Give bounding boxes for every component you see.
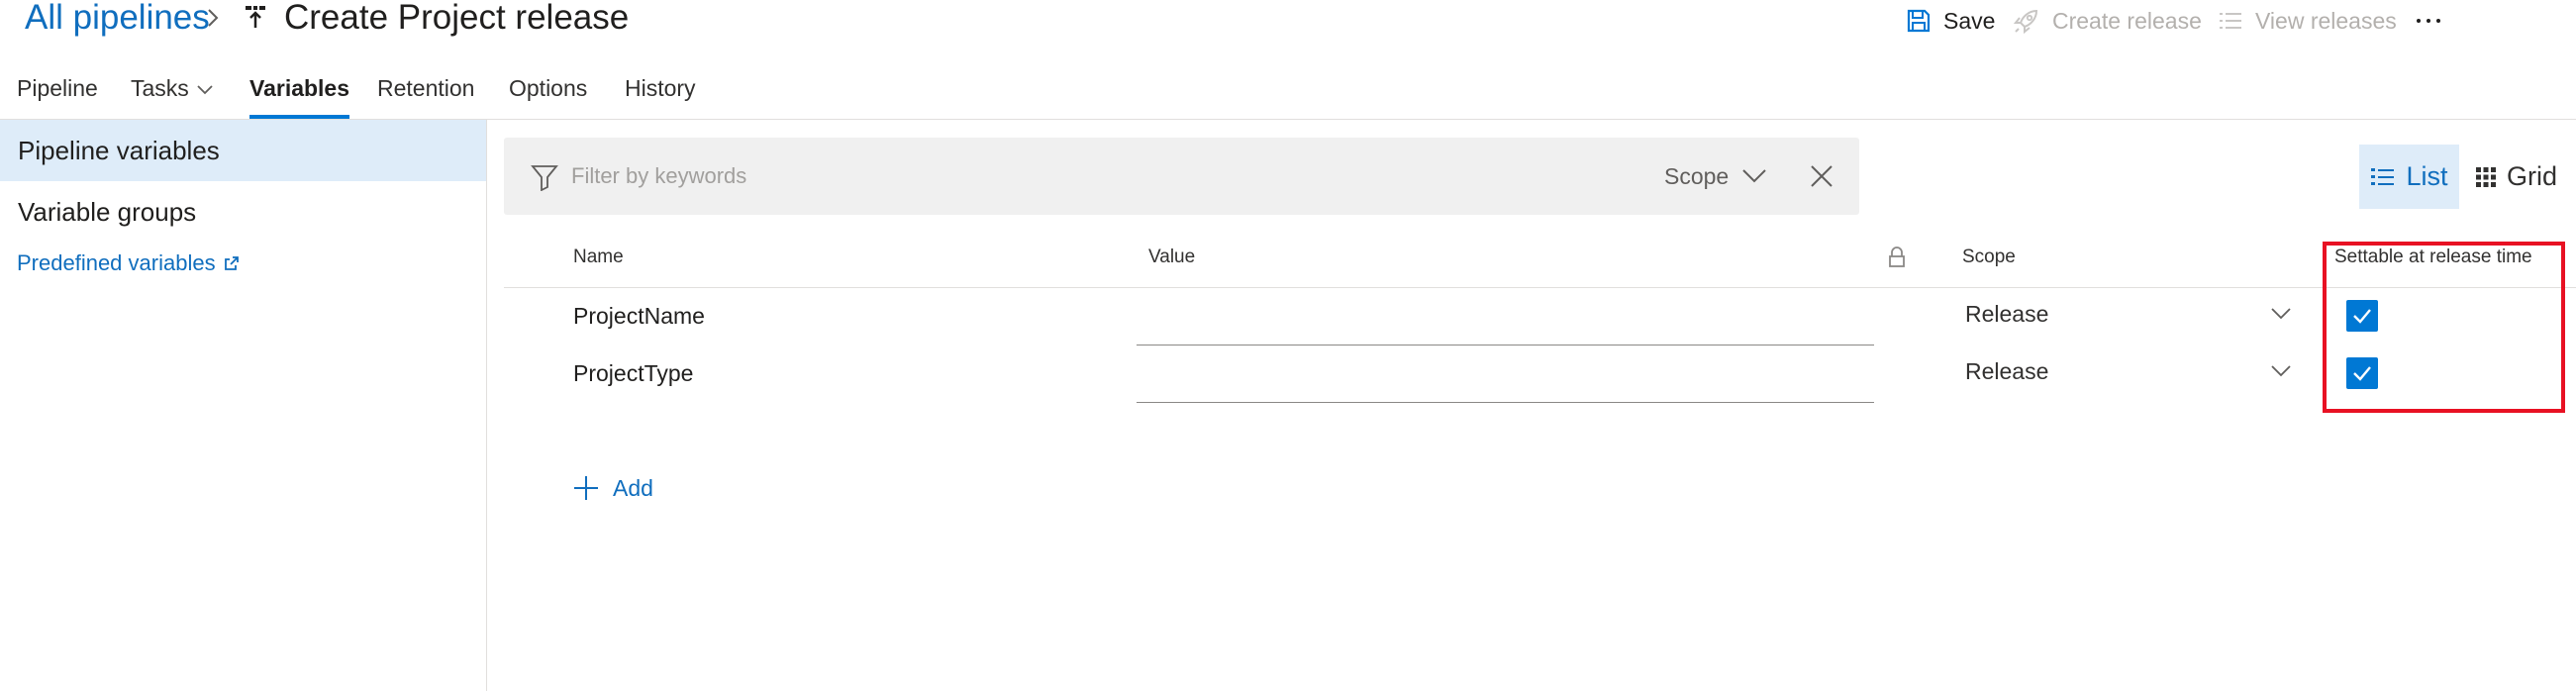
variable-value-input[interactable] <box>1137 296 1874 346</box>
more-icon-dot <box>2436 19 2440 23</box>
checkmark-icon <box>2353 366 2371 381</box>
settable-checkbox[interactable] <box>2346 300 2378 332</box>
chevron-down-icon <box>2271 365 2291 377</box>
lock-icon <box>1889 247 1905 267</box>
page-header: All pipelines Create Project release Sav… <box>0 0 2576 44</box>
release-pipeline-icon <box>246 6 265 28</box>
filter-bar: Scope <box>504 138 1859 215</box>
more-icon <box>2417 19 2421 23</box>
variable-value-input[interactable] <box>1137 353 1874 403</box>
external-link-icon <box>224 256 239 270</box>
add-variable-label: Add <box>613 474 653 501</box>
save-icon <box>1907 9 1931 33</box>
filter-icon <box>531 165 558 191</box>
variable-scope-dropdown[interactable]: Release <box>1965 348 2297 394</box>
list-view-toggle[interactable]: List <box>2359 145 2459 209</box>
pipeline-tabs: Pipeline Tasks Variables Retention Optio… <box>0 71 2576 121</box>
create-release-button[interactable]: Create release <box>2013 6 2202 36</box>
page-title: Create Project release <box>284 0 630 37</box>
save-label: Save <box>1943 7 1996 34</box>
chevron-down-icon <box>197 85 213 95</box>
chevron-down-icon <box>2271 308 2291 320</box>
tab-tasks-label: Tasks <box>131 75 189 101</box>
plus-icon <box>574 476 598 500</box>
chevron-down-icon <box>1742 169 1766 183</box>
list-view-label: List <box>2406 161 2448 191</box>
close-icon[interactable] <box>1809 163 1834 189</box>
tab-retention[interactable]: Retention <box>377 75 474 119</box>
variable-scope-label: Release <box>1965 300 2049 327</box>
variable-scope-label: Release <box>1965 357 2049 384</box>
tab-variables[interactable]: Variables <box>249 75 350 119</box>
create-release-label: Create release <box>2052 7 2202 34</box>
grid-view-toggle[interactable]: Grid <box>2475 145 2574 209</box>
grid-view-icon <box>2476 166 2496 187</box>
list-icon <box>2220 13 2241 29</box>
variable-name-projectname[interactable]: ProjectName <box>573 303 705 330</box>
tab-history[interactable]: History <box>625 75 696 119</box>
sidebar-item-variable-groups[interactable]: Variable groups <box>0 181 486 243</box>
more-icon-dot <box>2427 19 2430 23</box>
add-variable-button[interactable]: Add <box>573 471 653 505</box>
checkmark-icon <box>2353 309 2371 324</box>
list-view-icon <box>2371 167 2395 185</box>
variable-name-projecttype[interactable]: ProjectType <box>573 360 693 387</box>
column-header-scope: Scope <box>1962 247 2016 267</box>
tab-tasks[interactable]: Tasks <box>131 75 213 119</box>
settable-checkbox[interactable] <box>2346 357 2378 389</box>
tab-options[interactable]: Options <box>509 75 587 119</box>
view-releases-button[interactable]: View releases <box>2218 6 2397 36</box>
variable-scope-dropdown[interactable]: Release <box>1965 291 2297 337</box>
column-header-settable: Settable at release time <box>2334 247 2532 267</box>
table-header-divider <box>504 287 2576 288</box>
sidebar-item-pipeline-variables[interactable]: Pipeline variables <box>0 120 486 181</box>
more-actions-button[interactable] <box>2411 6 2446 36</box>
predefined-variables-link[interactable]: Predefined variables <box>17 250 240 276</box>
view-releases-label: View releases <box>2255 7 2397 34</box>
column-header-name: Name <box>573 247 624 267</box>
chevron-right-icon <box>208 9 219 27</box>
scope-filter-label: Scope <box>1664 162 1730 189</box>
tab-pipeline[interactable]: Pipeline <box>17 75 98 119</box>
grid-view-label: Grid <box>2507 161 2558 191</box>
predefined-variables-label: Predefined variables <box>17 250 216 275</box>
filter-keywords-input[interactable] <box>571 156 1561 196</box>
column-header-value: Value <box>1148 247 1196 267</box>
scope-filter-dropdown[interactable]: Scope <box>1664 159 1766 193</box>
rocket-icon <box>2013 9 2038 35</box>
save-button[interactable]: Save <box>1906 6 1995 36</box>
breadcrumb-all-pipelines[interactable]: All pipelines <box>25 0 210 38</box>
variables-sidebar: Pipeline variables Variable groups Prede… <box>0 120 487 691</box>
